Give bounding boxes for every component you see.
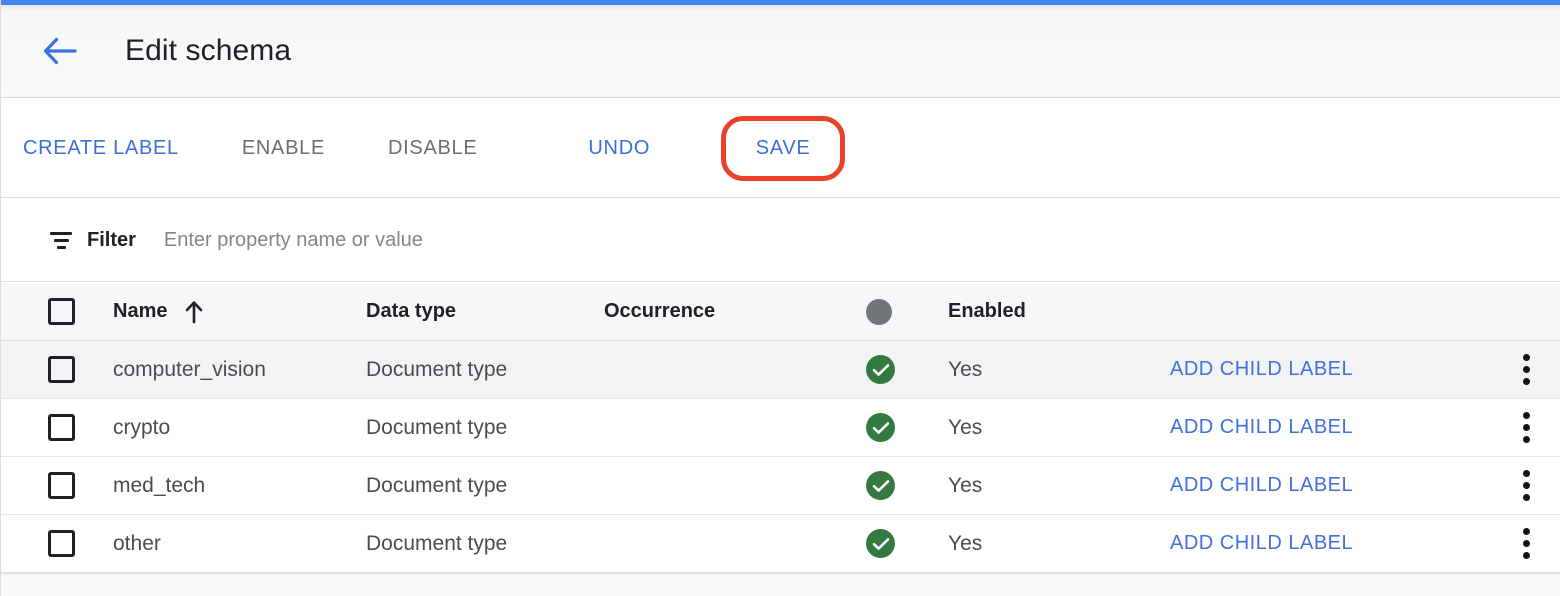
edit-schema-page: Edit schema CREATE LABEL ENABLE DISABLE … <box>0 0 1560 596</box>
column-header-name[interactable]: Name <box>113 300 366 324</box>
kebab-menu-icon[interactable] <box>1519 524 1534 563</box>
column-header-name-label: Name <box>113 300 167 323</box>
add-child-label-button[interactable]: ADD CHILD LABEL <box>1170 416 1353 439</box>
cell-enabled: Yes <box>948 358 1170 382</box>
cell-status <box>866 355 948 384</box>
gray-circle-icon <box>866 299 892 325</box>
cell-actions: ADD CHILD LABEL <box>1170 358 1491 381</box>
check-circle-icon <box>866 355 895 384</box>
table-row[interactable]: cryptoDocument type YesADD CHILD LABEL <box>1 399 1560 457</box>
cell-name: other <box>113 532 366 556</box>
table-header-row: Name Data type Occurrence Enabled <box>1 283 1560 341</box>
check-circle-icon <box>866 413 895 442</box>
cell-enabled: Yes <box>948 532 1170 556</box>
filter-input[interactable] <box>162 219 1560 261</box>
kebab-menu-icon[interactable] <box>1519 466 1534 505</box>
cell-data-type: Document type <box>366 416 604 440</box>
table-body: computer_visionDocument typeYesADD CHILD… <box>1 341 1560 573</box>
filter-bar: Filter <box>1 199 1560 282</box>
cell-actions: ADD CHILD LABEL <box>1170 474 1491 497</box>
add-child-label-button[interactable]: ADD CHILD LABEL <box>1170 358 1353 381</box>
back-button[interactable] <box>39 30 81 72</box>
column-header-enabled[interactable]: Enabled <box>948 300 1170 323</box>
arrow-left-icon <box>42 36 78 66</box>
row-checkbox[interactable] <box>48 356 75 383</box>
cell-name: crypto <box>113 416 366 440</box>
row-select-cell <box>1 472 113 499</box>
page-header: Edit schema <box>1 5 1560 98</box>
row-checkbox[interactable] <box>48 472 75 499</box>
cell-name: med_tech <box>113 474 366 498</box>
save-button[interactable]: SAVE <box>756 137 811 160</box>
cell-enabled: Yes <box>948 416 1170 440</box>
cell-actions: ADD CHILD LABEL <box>1170 532 1491 555</box>
kebab-menu-icon[interactable] <box>1519 350 1534 389</box>
cell-data-type: Document type <box>366 474 604 498</box>
select-all-checkbox[interactable] <box>48 298 75 325</box>
arrow-up-icon <box>184 300 204 324</box>
cell-status <box>866 471 948 500</box>
select-all-cell <box>1 298 113 325</box>
column-header-data-type[interactable]: Data type <box>366 300 604 323</box>
cell-menu <box>1491 408 1560 447</box>
page-title: Edit schema <box>125 34 291 68</box>
add-child-label-button[interactable]: ADD CHILD LABEL <box>1170 532 1353 555</box>
cell-data-type: Document type <box>366 358 604 382</box>
kebab-menu-icon[interactable] <box>1519 408 1534 447</box>
check-circle-icon <box>866 529 895 558</box>
disable-button[interactable]: DISABLE <box>388 137 477 160</box>
row-select-cell <box>1 530 113 557</box>
cell-status <box>866 529 948 558</box>
filter-label: Filter <box>87 229 136 252</box>
row-checkbox[interactable] <box>48 414 75 441</box>
cell-name: computer_vision <box>113 358 366 382</box>
column-header-occurrence[interactable]: Occurrence <box>604 300 866 323</box>
add-child-label-button[interactable]: ADD CHILD LABEL <box>1170 474 1353 497</box>
cell-menu <box>1491 524 1560 563</box>
cell-enabled: Yes <box>948 474 1170 498</box>
row-select-cell <box>1 414 113 441</box>
cell-menu <box>1491 466 1560 505</box>
filter-icon[interactable] <box>49 232 73 249</box>
table-footer-strip <box>1 573 1560 596</box>
table-row[interactable]: med_techDocument type YesADD CHILD LABEL <box>1 457 1560 515</box>
save-button-highlight[interactable]: SAVE <box>721 116 845 181</box>
check-circle-icon <box>866 471 895 500</box>
column-header-status <box>866 299 948 325</box>
cell-actions: ADD CHILD LABEL <box>1170 416 1491 439</box>
table-row[interactable]: computer_visionDocument type YesADD CHILD… <box>1 341 1560 399</box>
cell-menu <box>1491 350 1560 389</box>
row-checkbox[interactable] <box>48 530 75 557</box>
cell-data-type: Document type <box>366 532 604 556</box>
undo-button[interactable]: UNDO <box>588 137 650 160</box>
create-label-button[interactable]: CREATE LABEL <box>23 137 179 160</box>
top-accent-bar <box>1 0 1560 5</box>
row-select-cell <box>1 356 113 383</box>
schema-table: Name Data type Occurrence Enabled comput… <box>1 283 1560 573</box>
enable-button[interactable]: ENABLE <box>242 137 325 160</box>
cell-status <box>866 413 948 442</box>
action-toolbar: CREATE LABEL ENABLE DISABLE UNDO SAVE <box>1 99 1560 198</box>
table-row[interactable]: otherDocument type YesADD CHILD LABEL <box>1 515 1560 573</box>
